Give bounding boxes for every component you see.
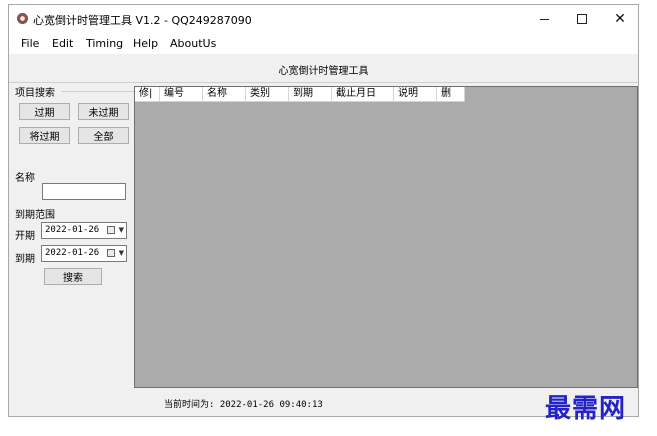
- column-header-id[interactable]: 编号: [160, 87, 203, 102]
- soon-expire-button[interactable]: 将过期: [19, 127, 70, 144]
- menu-bar: File Edit Timing Help AboutUs: [9, 33, 638, 54]
- name-input[interactable]: [42, 183, 126, 200]
- minimize-button[interactable]: [525, 5, 563, 33]
- status-current-time: 当前时间为: 2022-01-26 09:40:13: [164, 400, 323, 410]
- app-icon: [17, 13, 28, 24]
- start-label: 开期: [15, 231, 35, 242]
- end-date-picker[interactable]: 2022-01-26 ▼: [41, 245, 127, 262]
- maximize-button[interactable]: [563, 5, 601, 33]
- menu-edit[interactable]: Edit: [52, 37, 73, 50]
- calendar-icon: [107, 226, 115, 234]
- expired-button[interactable]: 过期: [19, 103, 70, 120]
- column-header-description[interactable]: 说明: [394, 87, 437, 102]
- menu-timing[interactable]: Timing: [86, 37, 123, 50]
- minimize-icon: [539, 18, 549, 20]
- end-label: 到期: [15, 254, 35, 265]
- header-bar: 心宽倒计时管理工具: [9, 54, 638, 83]
- group-divider: [61, 91, 135, 92]
- column-header-edit[interactable]: 修|: [135, 87, 160, 102]
- search-group-label: 项目搜索: [15, 88, 55, 99]
- data-grid[interactable]: 修| 编号 名称 类别 到期 截止月日 说明 删: [134, 86, 638, 388]
- watermark-text: 最需网: [545, 394, 627, 424]
- column-header-category[interactable]: 类别: [246, 87, 289, 102]
- all-button[interactable]: 全部: [78, 127, 129, 144]
- calendar-icon: [107, 249, 115, 257]
- menu-file[interactable]: File: [21, 37, 39, 50]
- close-button[interactable]: ✕: [601, 5, 638, 33]
- column-header-expiry[interactable]: 到期: [289, 87, 332, 102]
- window-title: 心宽倒计时管理工具 V1.2 - QQ249287090: [33, 14, 252, 27]
- menu-aboutus[interactable]: AboutUs: [170, 37, 216, 50]
- range-label: 到期范围: [15, 210, 55, 221]
- page-title: 心宽倒计时管理工具: [278, 66, 369, 77]
- column-header-name[interactable]: 名称: [203, 87, 246, 102]
- start-date-picker[interactable]: 2022-01-26 ▼: [41, 222, 127, 239]
- maximize-icon: [577, 14, 587, 24]
- chevron-down-icon: ▼: [118, 226, 124, 234]
- start-date-value: 2022-01-26: [45, 225, 100, 235]
- name-label: 名称: [15, 173, 35, 184]
- chevron-down-icon: ▼: [118, 249, 124, 257]
- end-date-value: 2022-01-26: [45, 248, 100, 258]
- column-header-deadline[interactable]: 截止月日: [332, 87, 394, 102]
- app-window: 心宽倒计时管理工具 V1.2 - QQ249287090 ✕ File Edit…: [8, 4, 639, 417]
- menu-help[interactable]: Help: [133, 37, 158, 50]
- column-header-delete[interactable]: 删: [437, 87, 465, 102]
- not-expired-button[interactable]: 未过期: [78, 103, 129, 120]
- search-button[interactable]: 搜索: [44, 268, 102, 285]
- close-icon: ✕: [614, 11, 626, 27]
- title-bar[interactable]: 心宽倒计时管理工具 V1.2 - QQ249287090 ✕: [9, 5, 638, 33]
